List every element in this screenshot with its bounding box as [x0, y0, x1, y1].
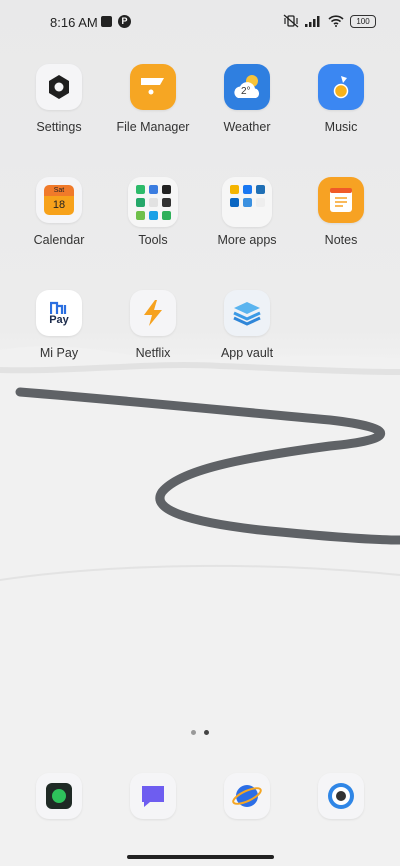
messages-icon[interactable]: [130, 773, 176, 819]
weather-temp: 2°: [241, 86, 251, 97]
page-dot-active[interactable]: [204, 730, 209, 735]
vibrate-off-icon: [283, 14, 299, 28]
app-label: Settings: [36, 120, 82, 134]
folder-tools[interactable]: Tools: [106, 177, 200, 247]
page-dot[interactable]: [191, 730, 196, 735]
app-settings[interactable]: Settings: [12, 64, 106, 134]
app-label: More apps: [217, 233, 277, 247]
status-bar: 8:16 AM P 100: [0, 0, 400, 44]
app-music[interactable]: Music: [294, 64, 388, 134]
calendar-date: 18: [44, 196, 74, 215]
music-note-icon: [318, 64, 364, 110]
calendar-day: Sat: [44, 185, 74, 196]
page-indicator: [0, 730, 400, 735]
app-label: App vault: [220, 346, 274, 360]
app-netflix[interactable]: Netflix: [106, 290, 200, 360]
app-label: Music: [324, 120, 358, 134]
notes-icon: [318, 177, 364, 223]
camera-icon[interactable]: [318, 773, 364, 819]
browser-icon[interactable]: [224, 773, 270, 819]
app-label: Mi Pay: [39, 346, 79, 360]
app-label: File Manager: [116, 120, 190, 134]
layers-icon: [224, 290, 270, 336]
home-indicator[interactable]: [127, 855, 274, 859]
wifi-icon: [328, 15, 344, 27]
app-calendar[interactable]: Sat 18 Calendar: [12, 177, 106, 247]
status-time: 8:16 AM: [50, 15, 98, 30]
app-mi-pay[interactable]: Pay Mi Pay: [12, 290, 106, 360]
folder-icon: [130, 64, 176, 110]
mi-pay-logo-text: Pay: [49, 313, 69, 326]
app-file-manager[interactable]: File Manager: [106, 64, 200, 134]
app-label: Calendar: [33, 233, 85, 247]
stop-icon: [101, 16, 112, 27]
weather-icon: 2°: [224, 64, 270, 110]
phone-icon[interactable]: [36, 773, 82, 819]
calendar-icon: Sat 18: [36, 177, 82, 223]
folder-grid-icon: [128, 177, 178, 227]
gear-icon: [36, 64, 82, 110]
app-label: Netflix: [135, 346, 171, 360]
signal-icon: [305, 16, 320, 27]
p-badge-icon: P: [118, 15, 131, 28]
folder-grid-icon: [222, 177, 272, 227]
app-label: Weather: [223, 120, 271, 134]
mi-pay-icon: Pay: [36, 290, 82, 336]
app-notes[interactable]: Notes: [294, 177, 388, 247]
battery-icon: 100: [350, 14, 376, 28]
lightning-icon: [130, 290, 176, 336]
app-vault[interactable]: App vault: [200, 290, 294, 360]
app-weather[interactable]: 2° Weather: [200, 64, 294, 134]
folder-more-apps[interactable]: More apps: [200, 177, 294, 247]
app-label: Tools: [138, 233, 168, 247]
app-label: Notes: [324, 233, 358, 247]
